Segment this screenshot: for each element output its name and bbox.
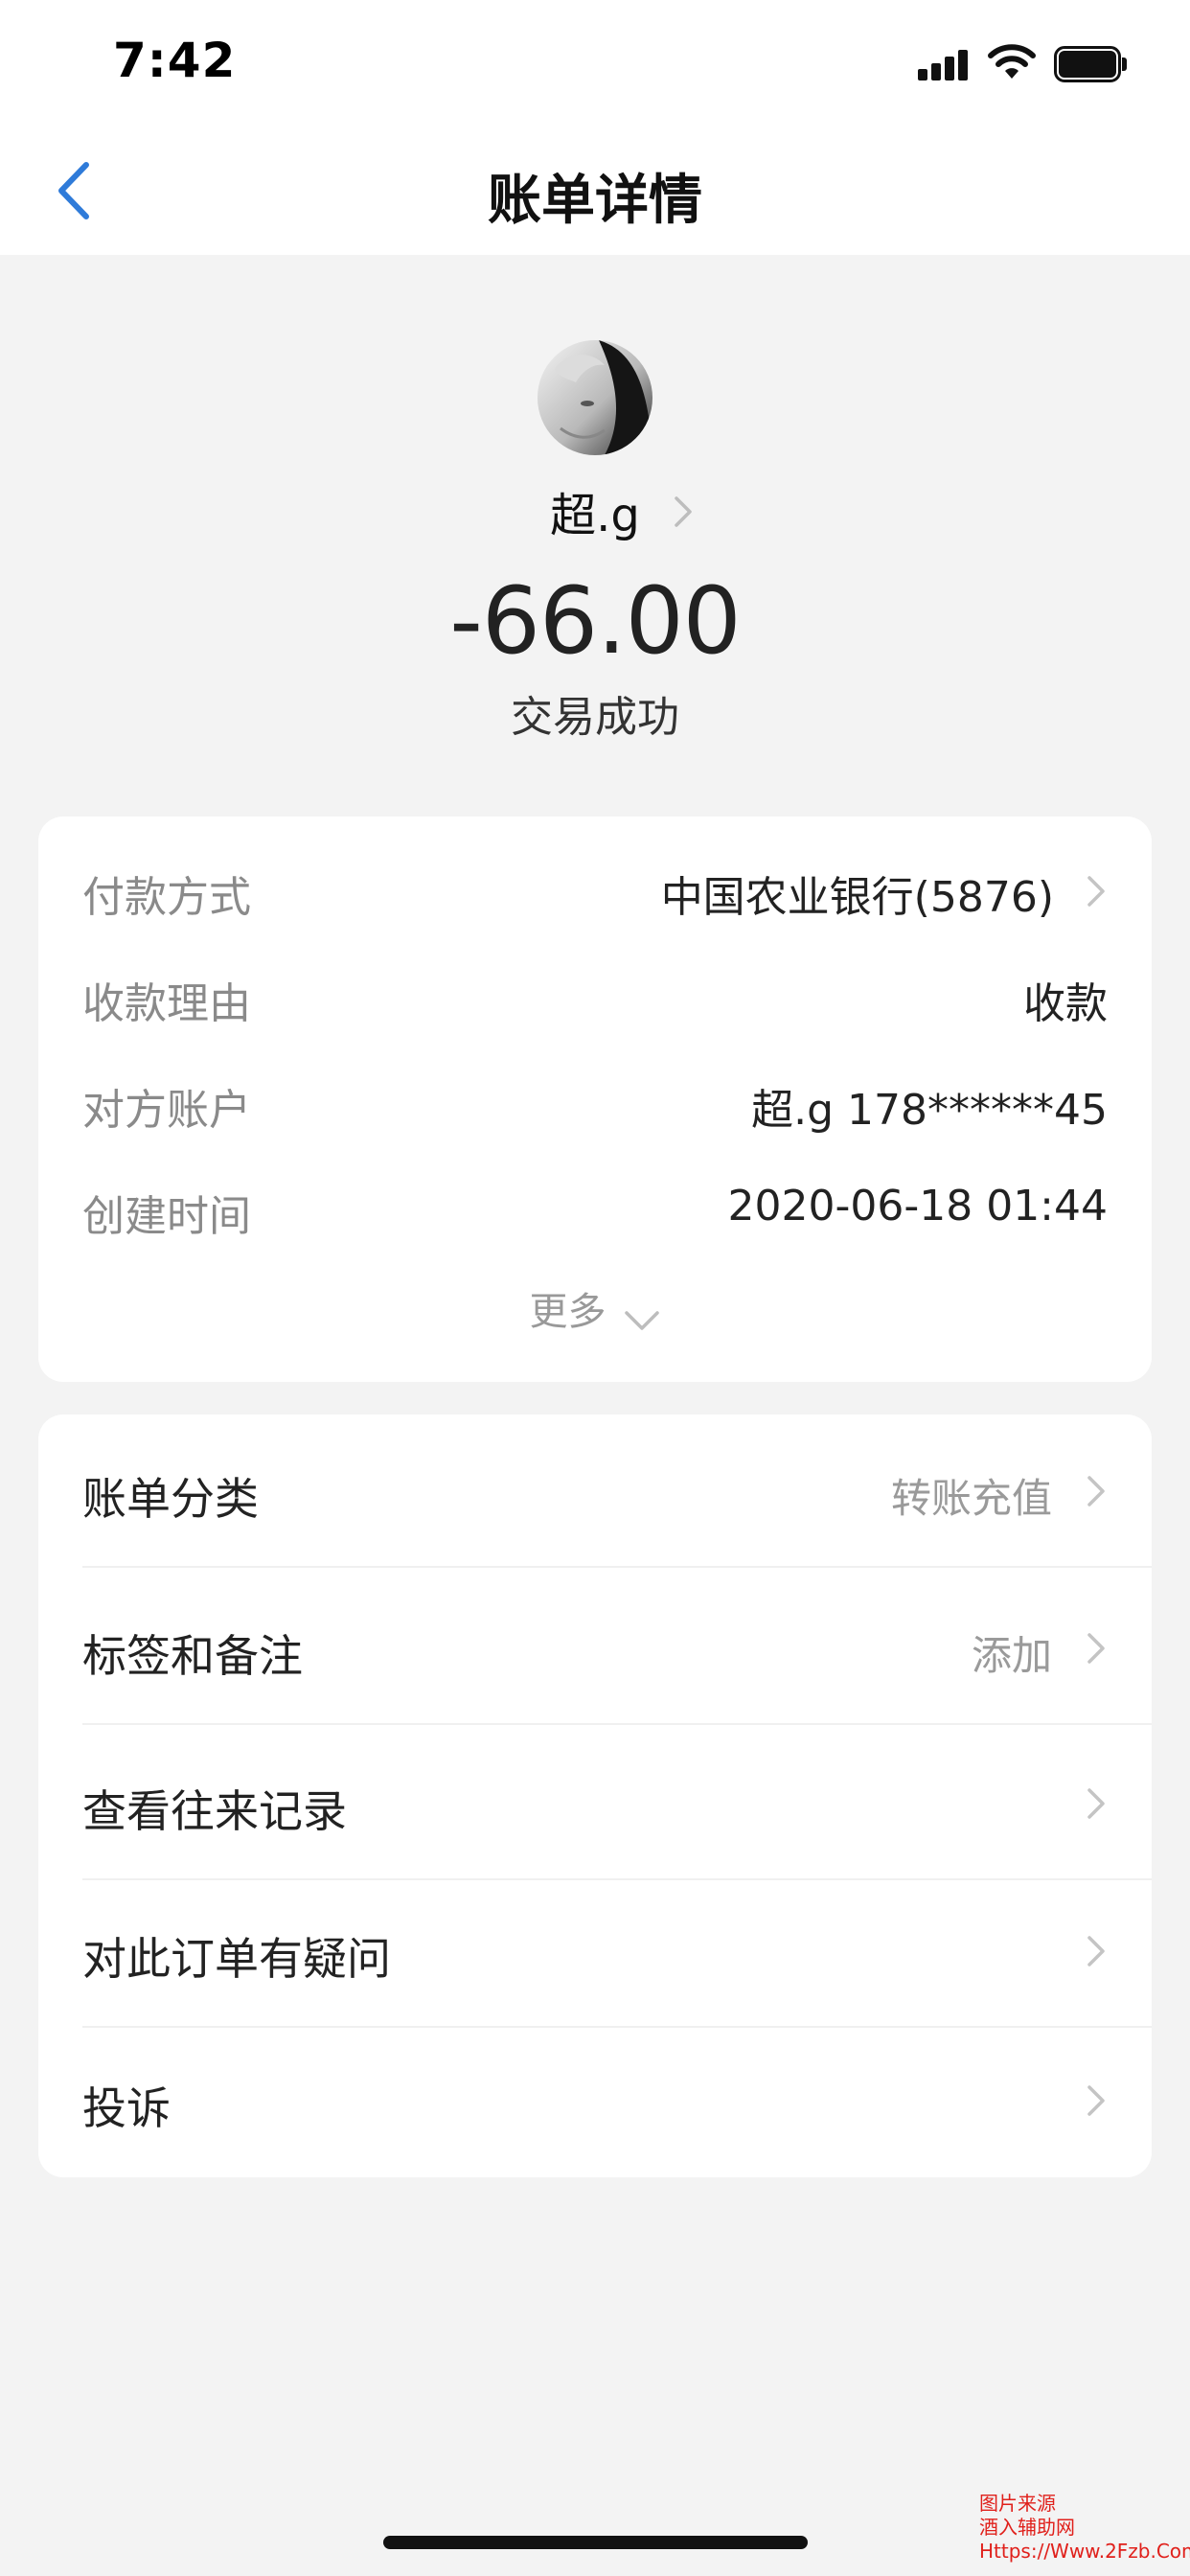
action-label: 标签和备注 — [82, 1630, 303, 1682]
avatar-image — [538, 340, 652, 455]
payee-link[interactable]: 超.g — [0, 477, 1190, 544]
chevron-right-icon — [1087, 1633, 1105, 1664]
payee-name: 超.g — [550, 489, 640, 542]
action-label: 账单分类 — [82, 1473, 259, 1525]
action-value: 转账充值 — [890, 1475, 1052, 1522]
action-label: 对此订单有疑问 — [82, 1933, 391, 1985]
action-row-bill-category[interactable]: 账单分类 转账充值 — [38, 1414, 1152, 1568]
action-label: 查看往来记录 — [82, 1785, 347, 1837]
action-row-history[interactable]: 查看往来记录 — [38, 1727, 1152, 1880]
action-value: 添加 — [971, 1632, 1052, 1679]
status-bar: 7:42 — [0, 0, 1190, 126]
transaction-status: 交易成功 — [511, 693, 679, 742]
action-label: 投诉 — [82, 2082, 171, 2134]
detail-value: 中国农业银行(5876) — [660, 873, 1054, 922]
detail-label: 对方账户 — [82, 1086, 251, 1135]
page-title: 账单详情 — [488, 170, 702, 232]
chevron-right-icon — [675, 496, 692, 527]
watermark-line: 酒入辅助网 — [979, 2516, 1075, 2539]
chevron-down-icon — [624, 1310, 659, 1330]
nav-bar: 账单详情 — [0, 126, 1190, 255]
watermark-line: 图片来源 — [979, 2492, 1056, 2515]
chevron-right-icon — [1087, 1476, 1105, 1506]
divider — [82, 1723, 1152, 1725]
bill-detail-screen: 7:42 账单详情 超.g -66.00 交易成功 付款方式 中国农业银行(58… — [0, 0, 1190, 2576]
cellular-signal-icon — [918, 50, 970, 80]
detail-value: 收款 — [1023, 979, 1108, 1028]
wifi-icon — [988, 44, 1036, 79]
battery-icon — [1054, 46, 1127, 82]
action-row-tags-notes[interactable]: 标签和备注 添加 — [38, 1572, 1152, 1725]
detail-label: 收款理由 — [82, 979, 251, 1028]
detail-label: 创建时间 — [82, 1192, 251, 1241]
action-row-order-question[interactable]: 对此订单有疑问 — [38, 1874, 1152, 2028]
avatar[interactable] — [538, 340, 652, 455]
detail-value: 超.g 178******45 — [751, 1086, 1108, 1135]
home-indicator[interactable] — [383, 2536, 808, 2549]
action-row-complaint[interactable]: 投诉 — [38, 2024, 1152, 2177]
more-label: 更多 — [529, 1290, 606, 1334]
chevron-right-icon — [1087, 876, 1105, 907]
detail-row-created-time: 创建时间 2020-06-18 01:44 — [82, 1176, 1108, 1243]
chevron-right-icon — [1087, 1936, 1105, 1966]
actions-card: 账单分类 转账充值 标签和备注 添加 查看往来记录 对此订单有疑问 投诉 — [38, 1414, 1152, 2177]
transaction-amount: -66.00 — [449, 567, 741, 675]
detail-label: 付款方式 — [82, 873, 251, 922]
chevron-right-icon — [1087, 1788, 1105, 1819]
divider — [82, 1566, 1152, 1568]
detail-row-counterparty: 对方账户 超.g 178******45 — [82, 1070, 1108, 1137]
more-button[interactable]: 更多 — [38, 1280, 1152, 1338]
detail-row-reason: 收款理由 收款 — [82, 963, 1108, 1030]
status-time: 7:42 — [113, 33, 237, 88]
details-card: 付款方式 中国农业银行(5876) 收款理由 收款 对方账户 超.g 178**… — [38, 816, 1152, 1382]
watermark: 图片来源 酒入辅助网 Https://Www.2Fzb.Com — [979, 2492, 1190, 2564]
chevron-right-icon — [1087, 2085, 1105, 2116]
watermark-line: Https://Www.2Fzb.Com — [979, 2540, 1190, 2563]
detail-row-payment-method[interactable]: 付款方式 中国农业银行(5876) — [82, 857, 1108, 924]
detail-value: 2020-06-18 01:44 — [727, 1182, 1109, 1230]
